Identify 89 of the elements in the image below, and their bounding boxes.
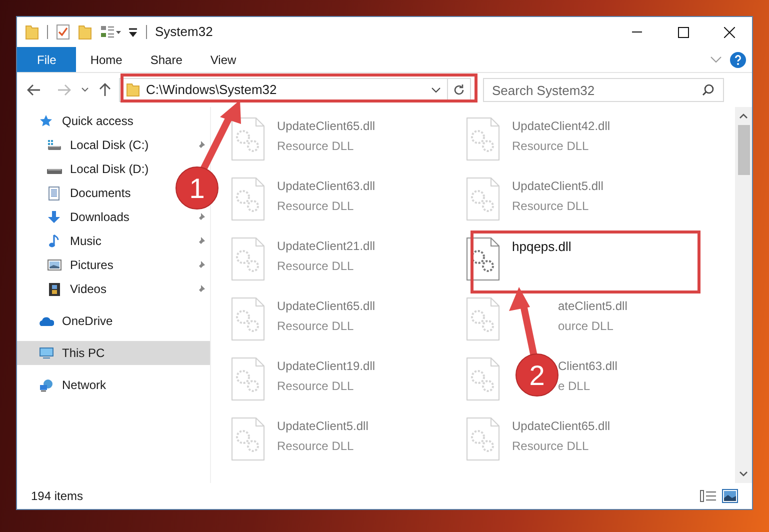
file-type: Resource DLL — [277, 138, 355, 155]
large-icons-view-icon[interactable] — [722, 489, 738, 503]
address-bar[interactable]: C:\Windows\System32 — [119, 78, 471, 102]
file-name: UpdateClient21.dll — [277, 238, 376, 255]
nav-item[interactable]: Pictures — [17, 253, 210, 277]
document-icon — [47, 186, 62, 200]
monitor-icon — [39, 346, 54, 360]
dll-file-icon — [231, 177, 265, 221]
step-number: 2 — [529, 360, 545, 391]
ribbon-tab[interactable]: File — [17, 47, 76, 72]
address-path: C:\Windows\System32 — [146, 81, 277, 100]
drive-icon — [47, 138, 62, 152]
file-name: UpdateClient65.dll — [277, 118, 376, 135]
dll-file-icon — [231, 297, 265, 341]
dropdown-caret-icon[interactable] — [431, 87, 441, 93]
step-marker — [176, 166, 218, 210]
ribbon-tab[interactable]: View — [196, 47, 250, 72]
nav-item[interactable]: OneDrive — [17, 309, 117, 333]
step-number: 1 — [189, 173, 205, 204]
annotation-arrow — [200, 100, 241, 172]
search-icon — [702, 84, 714, 96]
file-name: UpdateClient42.dll — [512, 118, 610, 135]
dll-file-icon — [466, 417, 500, 461]
view-menu-icon[interactable] — [100, 24, 122, 40]
dll-file-icon — [231, 417, 265, 461]
star-icon — [39, 114, 54, 128]
dll-file-icon — [231, 117, 265, 161]
scroll-down-icon[interactable] — [739, 471, 748, 477]
file-type: Resource DLL — [512, 438, 590, 455]
window-title: System32 — [155, 23, 213, 42]
nav-item[interactable]: Local Disk (D:) — [17, 157, 153, 181]
picture-icon — [47, 258, 62, 272]
file-name: hpqeps.dll — [512, 238, 572, 256]
item-count: 194 items — [31, 488, 84, 505]
nav-item[interactable]: Local Disk (C:) — [17, 133, 210, 157]
drive-icon — [47, 169, 62, 174]
dll-file-icon — [466, 177, 500, 221]
step-marker — [516, 354, 558, 396]
maximize-icon — [678, 26, 688, 38]
file-type: Resource DLL — [277, 198, 355, 215]
file-name: UpdateClient65.dll — [277, 298, 376, 315]
up-arrow-icon[interactable] — [99, 83, 111, 97]
dll-file-icon — [231, 357, 265, 401]
search-field[interactable]: Search System32 — [483, 78, 724, 102]
dll-file-icon — [231, 237, 265, 281]
help-icon[interactable] — [730, 52, 746, 68]
file-type: Resource DLL — [512, 198, 590, 215]
nav-item[interactable]: Music — [17, 229, 210, 253]
expand-ribbon-icon[interactable] — [710, 56, 722, 64]
dll-file-icon — [466, 117, 500, 161]
ribbon-tab[interactable]: Home — [76, 47, 136, 72]
file-type: e DLL — [558, 378, 592, 395]
file-type: Resource DLL — [277, 378, 355, 395]
recent-locations-icon[interactable] — [81, 87, 89, 93]
dll-file-icon — [466, 237, 500, 281]
file-type: Resource DLL — [512, 138, 590, 155]
file-type: Resource DLL — [277, 258, 355, 275]
scrollbar[interactable] — [735, 107, 752, 483]
folder-icon — [126, 83, 140, 97]
nav-item[interactable]: Documents — [17, 181, 135, 205]
scroll-up-icon[interactable] — [739, 113, 748, 119]
dll-file-icon — [466, 357, 500, 401]
details-view-icon[interactable] — [700, 490, 716, 502]
network-icon — [39, 378, 54, 392]
nav-item[interactable]: This PC — [17, 341, 210, 365]
back-arrow-icon[interactable] — [27, 84, 41, 96]
nav-item[interactable]: Downloads — [17, 205, 210, 229]
file-name: UpdateClient5.dll — [512, 178, 604, 195]
download-arrow-icon — [47, 210, 62, 224]
file-name: UpdateClient5.dll — [277, 418, 368, 435]
film-icon — [47, 282, 62, 296]
scrollbar-thumb[interactable] — [738, 125, 750, 175]
file-name: UpdateClient19.dll — [277, 358, 376, 375]
nav-item[interactable]: Network — [17, 373, 110, 397]
nav-item[interactable]: Quick access — [17, 109, 138, 133]
dll-file-icon — [466, 297, 500, 341]
ribbon-tab[interactable]: Share — [136, 47, 196, 72]
nav-item[interactable]: Videos — [17, 277, 210, 301]
file-type: Resource DLL — [277, 318, 355, 335]
close-icon — [724, 26, 734, 38]
properties-icon[interactable] — [56, 24, 70, 40]
file-type: Resource DLL — [277, 438, 355, 455]
annotation-arrow — [509, 287, 538, 357]
file-type: ource DLL — [558, 318, 614, 335]
file-name: UpdateClient65.dll — [512, 418, 610, 435]
file-name: Client63.dll — [558, 358, 618, 375]
file-name: UpdateClient63.dll — [277, 178, 376, 195]
refresh-icon[interactable] — [453, 84, 465, 96]
file-name: ateClient5.dll — [558, 298, 628, 315]
